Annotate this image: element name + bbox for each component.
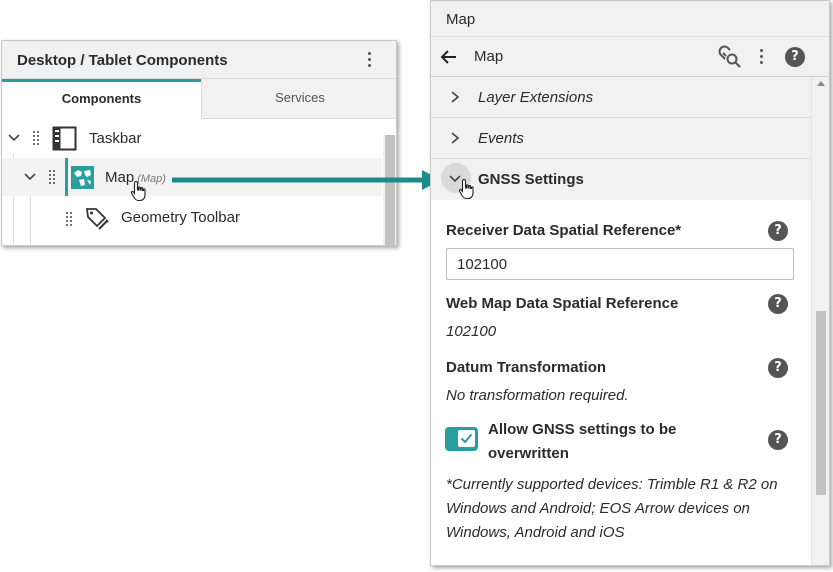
- map-icon: [71, 166, 94, 189]
- scrollbar-thumb[interactable]: [816, 311, 826, 495]
- help-icon[interactable]: ?: [768, 430, 788, 450]
- section-label: GNSS Settings: [478, 171, 584, 188]
- section-gnss-settings[interactable]: GNSS Settings: [431, 159, 811, 200]
- webmap-spatial-reference-label: Web Map Data Spatial Reference: [446, 295, 679, 312]
- tree-item-label: Taskbar: [89, 130, 142, 147]
- tab-services[interactable]: Services: [201, 79, 396, 119]
- allow-overwrite-label: Allow GNSS settings to be overwritten: [488, 421, 677, 462]
- help-icon[interactable]: ?: [768, 358, 788, 378]
- webmap-spatial-reference-value: 102100: [446, 323, 497, 340]
- datum-transformation-label: Datum Transformation: [446, 359, 607, 376]
- window-title-bar: Map: [431, 1, 829, 37]
- components-tabs: Components Services: [2, 79, 396, 119]
- chevron-down-icon[interactable]: [23, 170, 37, 184]
- panel-nav-bar: Map ?: [431, 37, 829, 77]
- connector-arrow: [172, 170, 441, 190]
- section-label: Layer Extensions: [478, 89, 594, 106]
- supported-devices-note: *Currently supported devices: Trimble R1…: [446, 476, 778, 541]
- section-layer-extensions[interactable]: Layer Extensions: [431, 77, 811, 118]
- settings-scrollbar[interactable]: [811, 77, 829, 565]
- check-icon: [460, 433, 473, 444]
- find-link-icon[interactable]: [717, 45, 743, 69]
- allow-overwrite-toggle[interactable]: [445, 427, 478, 451]
- tab-components[interactable]: Components: [2, 79, 201, 119]
- chevron-right-icon[interactable]: [448, 90, 462, 104]
- drag-handle-icon[interactable]: [49, 170, 55, 184]
- datum-transformation-value: No transformation required.: [446, 387, 629, 404]
- hand-cursor-icon: [458, 178, 474, 200]
- map-settings-panel: Map Map ? Layer Extensions Events GNSS S…: [430, 0, 830, 566]
- tree-item-label: Geometry Toolbar: [121, 209, 240, 226]
- toggle-knob: [458, 430, 475, 447]
- components-panel: Desktop / Tablet Components Components S…: [1, 40, 397, 246]
- drag-handle-icon[interactable]: [33, 131, 39, 145]
- tree-item-taskbar[interactable]: Taskbar: [2, 119, 382, 157]
- components-panel-title: Desktop / Tablet Components: [17, 52, 228, 69]
- chevron-right-icon[interactable]: [448, 131, 462, 145]
- panel-title: Map: [474, 48, 504, 65]
- chevron-down-icon[interactable]: [7, 131, 21, 145]
- window-title: Map: [446, 11, 476, 28]
- help-icon[interactable]: ?: [768, 221, 788, 241]
- help-icon[interactable]: ?: [785, 47, 805, 67]
- components-panel-header: Desktop / Tablet Components: [2, 41, 396, 79]
- help-icon[interactable]: ?: [768, 294, 788, 314]
- receiver-spatial-reference-input[interactable]: [446, 248, 794, 280]
- selection-indicator: [65, 158, 68, 196]
- section-label: Events: [478, 130, 524, 147]
- drag-handle-icon[interactable]: [66, 212, 72, 226]
- back-arrow-icon[interactable]: [440, 48, 458, 66]
- taskbar-icon: [52, 126, 77, 151]
- more-options-icon[interactable]: [760, 49, 764, 67]
- receiver-spatial-reference-label: Receiver Data Spatial Reference*: [446, 222, 682, 239]
- geometry-toolbar-icon: [85, 208, 109, 230]
- section-events[interactable]: Events: [431, 118, 811, 159]
- more-options-icon[interactable]: [368, 52, 372, 70]
- tree-item-geometry-toolbar[interactable]: Geometry Toolbar: [2, 198, 382, 236]
- scroll-up-icon[interactable]: [817, 81, 825, 86]
